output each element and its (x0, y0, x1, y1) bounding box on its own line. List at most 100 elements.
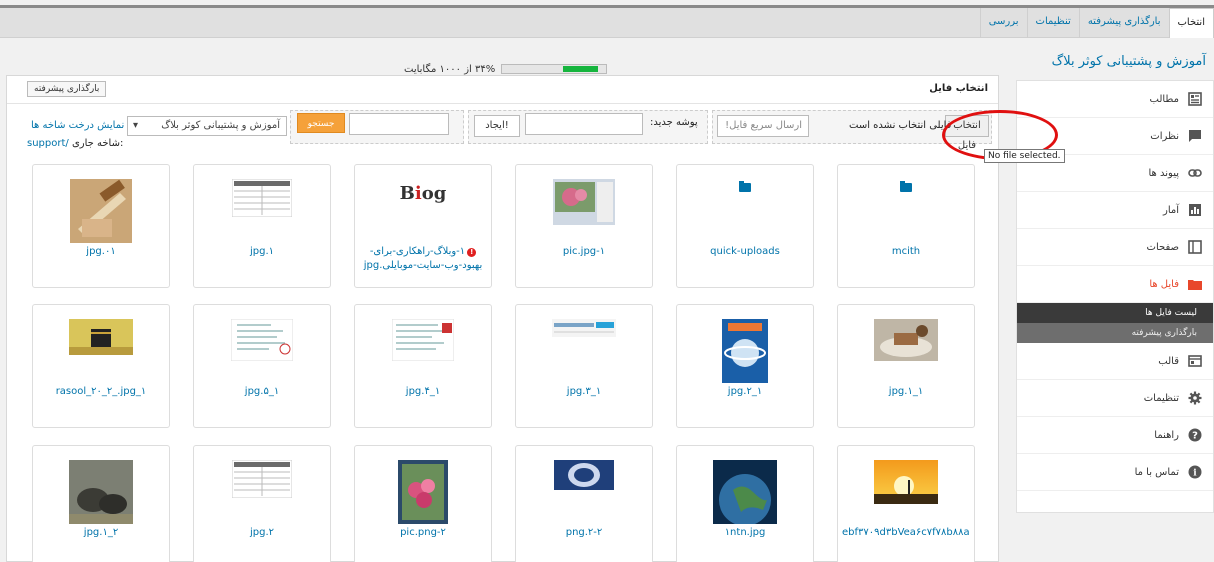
folder-icon (900, 181, 912, 192)
file-thumbnail (553, 179, 615, 228)
current-path-value[interactable]: support/ (27, 138, 69, 149)
tooltip: No file selected. (984, 149, 1065, 163)
file-thumbnail (391, 318, 455, 364)
file-tile[interactable]: jpg.۵_۱ (193, 304, 331, 428)
submenu-file-list[interactable]: لیست فایل ها (1017, 303, 1213, 323)
sidebar-item-label: نظرات (1150, 130, 1179, 142)
current-path-label: شاخه جاری: (71, 138, 124, 149)
quick-send-input[interactable]: ارسال سریع فایل! (717, 115, 809, 137)
svg-text:Biog: Biog (400, 183, 447, 204)
file-name: png.۲-۲ (565, 527, 603, 538)
folder-icon (1187, 276, 1203, 292)
file-tile[interactable]: rasool_۲۰_۲_.jpg_۱ (32, 304, 170, 428)
quota-text: ۳۴% از ۱۰۰۰ مگابایت (404, 63, 496, 75)
storage-quota: ۳۴% از ۱۰۰۰ مگابایت (404, 62, 608, 76)
panel-header: انتخاب فایل بارگذاری پیشرفته (7, 76, 998, 104)
svg-text:i: i (1193, 469, 1197, 479)
tab-settings[interactable]: تنظیمات (1026, 8, 1079, 38)
sidebar-item-help[interactable]: ? راهنما (1017, 417, 1213, 454)
quota-bar (501, 64, 608, 74)
file-thumbnail: Biog (391, 179, 455, 210)
file-name-text: ۱-وبلاگ-راهکاری-برای-بهبود-وب-سایت-موبای… (363, 246, 483, 271)
sidebar-item-posts[interactable]: مطالب (1017, 81, 1213, 118)
sidebar-item-label: فایل ها (1149, 278, 1179, 290)
file-tile[interactable]: pic.jpg-۱ (515, 164, 653, 288)
template-icon (1187, 353, 1203, 369)
search-input[interactable] (349, 113, 449, 135)
file-name: jpg.۱_۲ (83, 527, 119, 538)
folder-tile[interactable]: mcith (837, 164, 975, 288)
sidebar-item-label: قالب (1158, 355, 1179, 367)
file-tile[interactable]: Biog !۱-وبلاگ-راهکاری-برای-بهبود-وب-سایت-… (354, 164, 492, 288)
sidebar-item-contact[interactable]: i تماس با ما (1017, 454, 1213, 491)
search-button[interactable]: جستجو (297, 113, 345, 133)
file-name: quick-uploads (710, 246, 780, 257)
panel-title: انتخاب فایل (929, 83, 988, 94)
sidebar-item-label: تنظیمات (1143, 392, 1179, 404)
file-tile[interactable]: jpg.۰۱ (32, 164, 170, 288)
file-tile[interactable]: jpg.۳_۱ (515, 304, 653, 428)
file-thumbnail (70, 179, 132, 246)
current-path: support/ شاخه جاری: (27, 138, 123, 149)
site-title[interactable]: آموزش و پشتیبانی کوثر بلاگ (1010, 54, 1206, 69)
sidebar-item-label: پیوند ها (1148, 167, 1180, 179)
create-folder-button[interactable]: ایجاد! (474, 115, 520, 137)
svg-text:?: ? (1192, 431, 1198, 442)
file-tile[interactable]: jpg.۱_۲ (32, 445, 170, 562)
file-tile[interactable]: jpg.۱ (193, 164, 331, 288)
chevron-down-icon: ▾ (133, 120, 139, 131)
comments-icon (1187, 128, 1203, 144)
file-name: jpg.۱ (249, 246, 275, 257)
files-submenu: لیست فایل ها بارگذاری پیشرفته (1017, 303, 1213, 343)
sidebar-item-label: تماس با ما (1134, 466, 1179, 478)
file-name: jpg.۲_۱ (727, 386, 763, 397)
folder-tile[interactable]: quick-uploads (676, 164, 814, 288)
file-thumbnail (552, 319, 616, 340)
posts-icon (1187, 91, 1203, 107)
file-thumbnail (713, 460, 777, 527)
new-folder-label: پوشه جدید: (650, 117, 698, 128)
sidebar-item-label: راهنما (1154, 429, 1179, 441)
file-name: ebf۳۷۰۹d۳bVea۶c۷f۷۸b۸۸a۴.jpg (842, 527, 970, 538)
sidebar-item-settings[interactable]: تنظیمات (1017, 380, 1213, 417)
info-icon: i (1187, 464, 1203, 480)
file-thumbnail (69, 319, 133, 358)
file-tile[interactable]: ebf۳۷۰۹d۳bVea۶c۷f۷۸b۸۸a۴.jpg (837, 445, 975, 562)
sidebar-item-template[interactable]: قالب (1017, 343, 1213, 380)
tab-review[interactable]: بررسی (979, 8, 1027, 38)
sidebar-item-files[interactable]: فایل ها (1017, 266, 1213, 303)
folder-select[interactable]: آموزش و پشتیبانی کوثر بلاگ ▾ (127, 116, 287, 136)
tabs: انتخاب بارگذاری پیشرفته تنظیمات بررسی (979, 8, 1214, 38)
file-thumbnail (69, 460, 133, 527)
file-name: pic.png-۲ (400, 527, 446, 538)
file-tile[interactable]: jpg.۲_۱ (676, 304, 814, 428)
sidebar-item-stats[interactable]: آمار (1017, 192, 1213, 229)
file-manager-panel: انتخاب فایل بارگذاری پیشرفته انتخاب فایل… (6, 75, 999, 562)
quota-bar-fill (562, 66, 599, 72)
file-thumbnail (398, 460, 448, 527)
top-strip (0, 0, 1214, 8)
show-tree-link[interactable]: نمایش درخت شاخه ها (31, 120, 124, 131)
file-name: mcith (891, 246, 921, 257)
link-icon (1187, 165, 1203, 181)
file-tile[interactable]: jpg.۱_۱ (837, 304, 975, 428)
folder-select-value: آموزش و پشتیبانی کوثر بلاگ (161, 120, 280, 131)
file-name: jpg.۲ (249, 527, 275, 538)
no-file-text: فایلی انتخاب نشده است (849, 120, 952, 131)
tab-select[interactable]: انتخاب (1168, 8, 1214, 38)
folder-icon (739, 181, 751, 192)
tab-advanced-upload[interactable]: بارگذاری پیشرفته (1078, 8, 1169, 38)
file-tile[interactable]: pic.png-۲ (354, 445, 492, 562)
advanced-upload-button[interactable]: بارگذاری پیشرفته (27, 81, 107, 97)
file-thumbnail (874, 319, 938, 364)
file-tile[interactable]: ۱ntn.jpg (676, 445, 814, 562)
sidebar-item-pages[interactable]: صفحات (1017, 229, 1213, 266)
new-folder-input[interactable] (525, 113, 643, 135)
file-tile[interactable]: jpg.۴_۱ (354, 304, 492, 428)
file-tile[interactable]: png.۲-۲ (515, 445, 653, 562)
submenu-advanced-upload[interactable]: بارگذاری پیشرفته (1017, 323, 1213, 343)
sidebar-item-label: صفحات (1146, 241, 1179, 253)
file-name: rasool_۲۰_۲_.jpg_۱ (55, 386, 147, 397)
pages-icon (1187, 239, 1203, 255)
file-tile[interactable]: jpg.۲ (193, 445, 331, 562)
